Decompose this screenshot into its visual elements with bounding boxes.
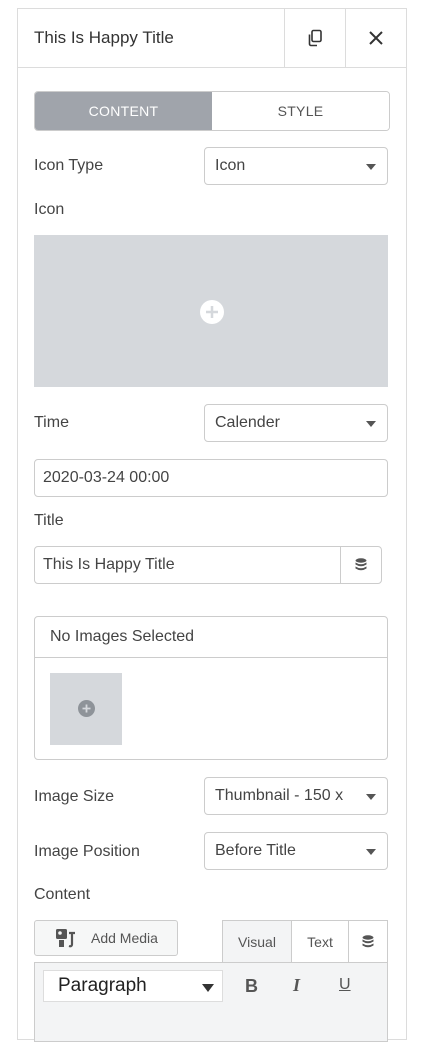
image-size-select[interactable]: Thumbnail - 150 x: [204, 777, 388, 815]
tab-visual[interactable]: Visual: [223, 921, 292, 962]
gallery-empty-text: No Images Selected: [35, 617, 387, 658]
tab-style[interactable]: STYLE: [212, 92, 389, 130]
plus-icon: [78, 700, 95, 717]
format-select[interactable]: Paragraph: [43, 970, 223, 1002]
time-label: Time: [34, 414, 69, 431]
title-input[interactable]: This Is Happy Title: [34, 546, 382, 584]
date-value: 2020-03-24 00:00: [43, 469, 170, 486]
chevron-down-icon: [366, 849, 376, 855]
image-size-value: Thumbnail - 150 x: [215, 787, 344, 804]
time-value: Calender: [215, 414, 280, 431]
format-value: Paragraph: [58, 975, 147, 996]
panel-header: This Is Happy Title: [18, 9, 406, 68]
icon-type-select[interactable]: Icon: [204, 147, 388, 185]
chevron-down-icon: [366, 164, 376, 170]
dynamic-tags-button[interactable]: [340, 547, 381, 583]
tab-text[interactable]: Text: [292, 921, 349, 962]
add-media-button[interactable]: Add Media: [34, 920, 178, 956]
image-position-select[interactable]: Before Title: [204, 832, 388, 870]
add-media-label: Add Media: [91, 930, 158, 946]
widget-panel: This Is Happy Title CONTENT STYLE Icon T…: [17, 8, 407, 1042]
content-label: Content: [34, 886, 91, 903]
chevron-down-icon: [366, 794, 376, 800]
plus-icon: [200, 300, 224, 324]
close-button[interactable]: [345, 9, 406, 67]
image-position-value: Before Title: [215, 842, 296, 859]
editor-toolbar: Paragraph B I U: [34, 962, 388, 1042]
icon-type-value: Icon: [215, 157, 246, 174]
editor-tabs: Visual Text: [222, 920, 388, 962]
add-image-button[interactable]: [50, 673, 122, 745]
close-icon: [369, 31, 383, 45]
copy-icon: [308, 29, 322, 47]
database-icon: [362, 934, 374, 947]
media-icon: [56, 929, 75, 948]
bold-button[interactable]: B: [245, 976, 258, 997]
icon-type-label: Icon Type: [34, 157, 104, 174]
chevron-down-icon: [366, 421, 376, 427]
title-value: This Is Happy Title: [43, 556, 175, 573]
database-icon: [355, 558, 367, 571]
icon-label: Icon: [34, 201, 65, 218]
title-label: Title: [34, 512, 64, 529]
chevron-down-icon: [202, 984, 214, 992]
icon-picker[interactable]: [34, 235, 388, 387]
image-gallery: No Images Selected: [34, 616, 388, 760]
editor-dynamic-button[interactable]: [349, 921, 387, 962]
tab-content[interactable]: CONTENT: [35, 92, 212, 130]
italic-button[interactable]: I: [293, 975, 300, 996]
panel-title: This Is Happy Title: [34, 28, 174, 47]
time-select[interactable]: Calender: [204, 404, 388, 442]
panel-tabs: CONTENT STYLE: [34, 91, 390, 131]
duplicate-button[interactable]: [284, 9, 345, 67]
underline-button[interactable]: U: [339, 976, 351, 994]
date-input[interactable]: 2020-03-24 00:00: [34, 459, 388, 497]
image-size-label: Image Size: [34, 788, 115, 805]
image-position-label: Image Position: [34, 843, 140, 860]
